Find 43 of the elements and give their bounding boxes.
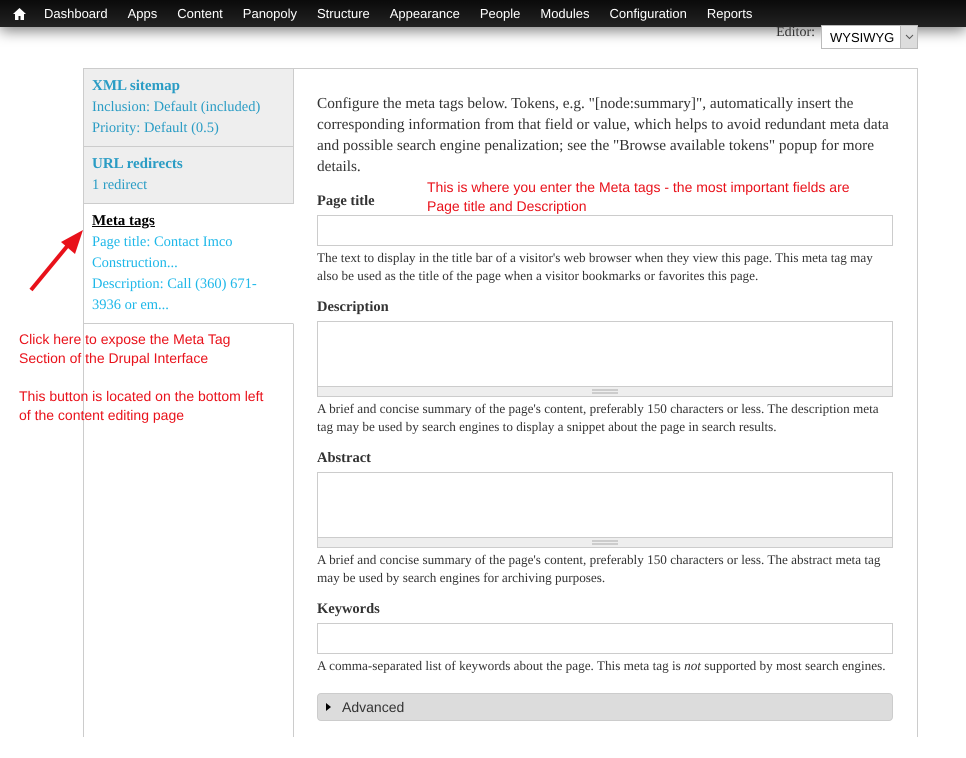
vertical-tab[interactable]: Meta tags Page title: Contact Imco Construction... Description: Call (360) 671-3936 or em...: [84, 204, 294, 324]
field-label: Keywords: [317, 601, 380, 618]
toolbar-link[interactable]: Content: [167, 6, 233, 21]
advanced-toggle[interactable]: Advanced: [317, 693, 893, 721]
field-description: The text to display in the title bar of a visitor's web browser when they view this page. This meta tag may also be used as the title of the page when a visitor bookmarks or favorites this page.: [317, 249, 874, 285]
home-icon[interactable]: [13, 8, 26, 20]
toolbar-link[interactable]: Modules: [530, 6, 600, 21]
tab-summary: Page title: Contact Imco Construction...: [92, 233, 234, 273]
tab-title: XML sitemap: [92, 77, 181, 96]
tab-title: Meta tags: [92, 212, 156, 231]
toolbar-link[interactable]: People: [470, 6, 530, 21]
toolbar-link[interactable]: Dashboard: [34, 6, 118, 21]
textarea-field[interactable]: [317, 321, 893, 397]
tab-summary: 1 redirect: [92, 176, 148, 195]
toolbar-link[interactable]: Configuration: [600, 6, 697, 21]
text-field[interactable]: [317, 215, 893, 246]
caret-icon: [326, 703, 332, 711]
annotation-note: This is where you enter the Meta tags - the most important fields are Page title and Description: [427, 178, 851, 216]
grip-icon[interactable]: [592, 389, 618, 394]
toolbar-link[interactable]: Appearance: [380, 6, 470, 21]
field-label: Description: [317, 299, 389, 316]
toolbar-link[interactable]: Structure: [307, 6, 380, 21]
field-description: A comma-separated list of keywords about the page. This meta tag is not supported by most search engines.: [317, 657, 887, 675]
toolbar-link[interactable]: Apps: [118, 6, 168, 21]
editor-label: Editor:: [776, 25, 815, 41]
toolbar-link[interactable]: Panopoly: [232, 6, 308, 21]
grip-icon[interactable]: [592, 540, 618, 545]
field-description: A brief and concise summary of the page's content, preferably 150 characters or less. The description meta tag may be used by search engines to display a snippet about the page in search results.: [317, 400, 880, 436]
field-label: Page title: [317, 193, 375, 210]
annotation-note: This button is located on the bottom left of the content editing page: [19, 387, 264, 425]
text-field[interactable]: [317, 623, 893, 654]
tab-title: URL redirects: [92, 155, 184, 174]
field-description: A brief and concise summary of the page's content, preferably 150 characters or less. The abstract meta tag may be used by search engines for archiving purposes.: [317, 551, 882, 587]
field-label: Abstract: [317, 450, 371, 467]
toolbar-link[interactable]: Reports: [696, 6, 762, 21]
editor-select[interactable]: WYSIWYG: [821, 25, 918, 49]
tab-summary: Description: Call (360) 671-3936 or em...: [92, 275, 258, 315]
intro-text: Configure the meta tags below. Tokens, e.g. "[node:summary]", automatically insert the corresponding information from that field or value, which helps to avoid redundant meta data and possible search engine penalization; see the "Browse available tokens" popup for more details.: [317, 94, 890, 177]
tab-summary: Inclusion: Default (included): [92, 98, 262, 117]
textarea-field[interactable]: [317, 472, 893, 548]
chevron-icon: [904, 34, 914, 40]
tab-summary: Priority: Default (0.5): [92, 119, 220, 138]
annotation-note: Click here to expose the Meta Tag Section of the Drupal Interface: [19, 330, 232, 368]
